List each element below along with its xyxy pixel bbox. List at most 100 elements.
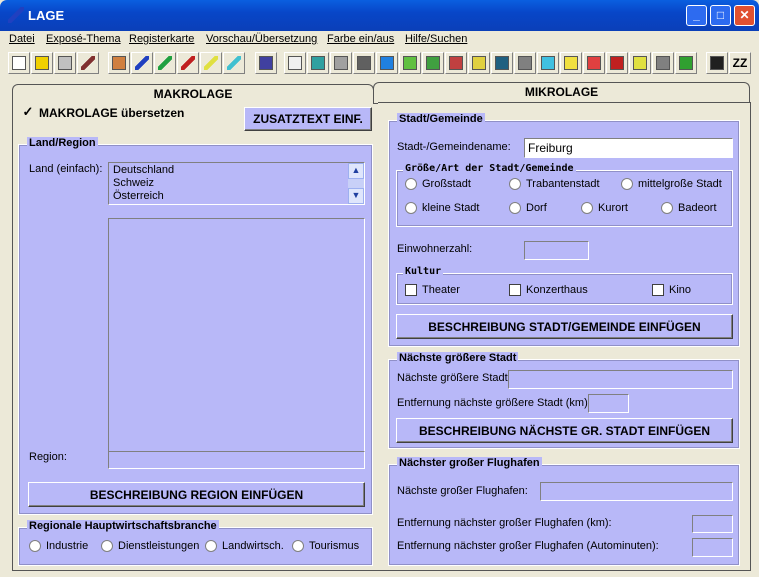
pen-brown-button[interactable] — [77, 52, 99, 74]
country-listbox[interactable]: Deutschland Schweiz Österreich ▲ ▼ — [108, 162, 365, 205]
tab-makrolage[interactable]: MAKROLAGE — [12, 84, 374, 104]
globe-icon — [380, 56, 394, 70]
home-face-button[interactable] — [560, 52, 582, 74]
radio-landwirtschaft[interactable]: Landwirtsch. — [205, 540, 284, 552]
radio-badeort[interactable]: Badeort — [661, 202, 717, 214]
door-button[interactable] — [468, 52, 490, 74]
office-button[interactable] — [514, 52, 536, 74]
pen-green-icon — [158, 56, 172, 70]
zz-button[interactable]: ZZ — [729, 52, 751, 74]
entfernung-stadt-input[interactable] — [588, 394, 629, 413]
pen-cyan-button[interactable] — [223, 52, 245, 74]
close-button[interactable]: ✕ — [734, 5, 755, 26]
dimensions-icon — [587, 56, 601, 70]
tab-mikrolage[interactable]: MIKROLAGE — [373, 82, 750, 102]
globe-grid-button[interactable] — [330, 52, 352, 74]
checkbox-konzerthaus[interactable]: Konzerthaus — [509, 284, 588, 296]
pen-yellow-button[interactable] — [200, 52, 222, 74]
money-bag-button[interactable] — [307, 52, 329, 74]
scrollbar[interactable]: ▲ ▼ — [348, 163, 364, 204]
menu-vorschau[interactable]: Vorschau/Übersetzung — [206, 33, 317, 45]
houses-button[interactable] — [445, 52, 467, 74]
garden-icon — [679, 56, 693, 70]
flughafen-km-input[interactable] — [692, 515, 733, 533]
garden-button[interactable] — [675, 52, 697, 74]
radio-industrie[interactable]: Industrie — [29, 540, 88, 552]
flughafen-minuten-input[interactable] — [692, 538, 733, 557]
flughafen-input[interactable] — [540, 482, 733, 501]
menu-registerkarte[interactable]: Registerkarte — [129, 33, 194, 45]
pen-cyan-icon — [227, 56, 241, 70]
list-item[interactable]: Deutschland — [113, 164, 360, 177]
einwohner-input[interactable] — [524, 241, 589, 260]
menu-datei[interactable]: Datei — [9, 33, 35, 45]
color-toggle-button[interactable] — [706, 52, 728, 74]
key-icon — [357, 56, 371, 70]
landscape-icon — [426, 56, 440, 70]
radio-trabantenstadt[interactable]: Trabantenstadt — [509, 178, 600, 190]
key-button[interactable] — [353, 52, 375, 74]
factory-button[interactable] — [491, 52, 513, 74]
minimize-button[interactable]: _ — [686, 5, 707, 26]
title-bar[interactable] — [0, 0, 759, 31]
beschreibung-stadt-button[interactable]: BESCHREIBUNG STADT/GEMEINDE EINFÜGEN — [396, 314, 733, 339]
region-description-textarea[interactable] — [108, 218, 365, 458]
toolbar: ZZ — [4, 50, 756, 78]
beschreibung-region-button[interactable]: BESCHREIBUNG REGION EINFÜGEN — [28, 482, 365, 507]
new-document-button[interactable] — [8, 52, 30, 74]
window-button[interactable] — [629, 52, 651, 74]
wrench-button[interactable] — [652, 52, 674, 74]
building-green-icon — [403, 56, 417, 70]
list-icon — [541, 56, 555, 70]
checkbox-label: MAKROLAGE übersetzen — [39, 106, 185, 120]
menu-expose-thema[interactable]: Exposé-Thema — [46, 33, 121, 45]
scroll-down-icon[interactable]: ▼ — [348, 188, 364, 204]
document-pen-button[interactable] — [284, 52, 306, 74]
office-icon — [518, 56, 532, 70]
open-folder-button[interactable] — [31, 52, 53, 74]
checkmark-icon: ✓ — [22, 104, 34, 119]
group-title: Nächster großer Flughafen — [397, 457, 542, 469]
checkbox-theater[interactable]: Theater — [405, 284, 460, 296]
list-item[interactable]: Österreich — [113, 190, 360, 203]
house-button[interactable] — [108, 52, 130, 74]
zz-icon: ZZ — [732, 56, 748, 70]
bricks-icon — [610, 56, 624, 70]
naechste-stadt-input[interactable] — [508, 370, 733, 389]
radio-grossstadt[interactable]: Großstadt — [405, 178, 471, 190]
color-toggle-icon — [710, 56, 724, 70]
landscape-button[interactable] — [422, 52, 444, 74]
radio-tourismus[interactable]: Tourismus — [292, 540, 359, 552]
scroll-up-icon[interactable]: ▲ — [348, 163, 364, 179]
group-title: Stadt/Gemeinde — [397, 113, 485, 125]
pen-green-button[interactable] — [154, 52, 176, 74]
region-input[interactable] — [108, 451, 365, 469]
save-button[interactable] — [54, 52, 76, 74]
gemeindename-input[interactable]: Freiburg — [524, 138, 733, 158]
building-green-button[interactable] — [399, 52, 421, 74]
uk-flag-button[interactable] — [255, 52, 277, 74]
radio-kleine-stadt[interactable]: kleine Stadt — [405, 202, 479, 214]
group-title: Kultur — [403, 266, 444, 277]
radio-mittelgrosse-stadt[interactable]: mittelgroße Stadt — [621, 178, 722, 190]
radio-kurort[interactable]: Kurort — [581, 202, 628, 214]
globe-button[interactable] — [376, 52, 398, 74]
beschreibung-naechste-stadt-button[interactable]: BESCHREIBUNG NÄCHSTE GR. STADT EINFÜGEN — [396, 418, 733, 443]
bricks-button[interactable] — [606, 52, 628, 74]
window-title: LAGE — [28, 8, 65, 23]
maximize-button[interactable]: □ — [710, 5, 731, 26]
factory-icon — [495, 56, 509, 70]
radio-dienstleistungen[interactable]: Dienstleistungen — [101, 540, 199, 552]
group-title: Nächste größere Stadt — [397, 352, 519, 364]
dimensions-button[interactable] — [583, 52, 605, 74]
pen-blue-button[interactable] — [131, 52, 153, 74]
radio-dorf[interactable]: Dorf — [509, 202, 547, 214]
makrolage-translate-checkbox[interactable]: ✓ MAKROLAGE übersetzen — [22, 104, 185, 120]
menu-hilfe[interactable]: Hilfe/Suchen — [405, 33, 467, 45]
list-item[interactable]: Schweiz — [113, 177, 360, 190]
zusatztext-button[interactable]: ZUSATZTEXT EINF. — [244, 107, 372, 131]
list-button[interactable] — [537, 52, 559, 74]
menu-farbe[interactable]: Farbe ein/aus — [327, 33, 394, 45]
checkbox-kino[interactable]: Kino — [652, 284, 691, 296]
pen-red-button[interactable] — [177, 52, 199, 74]
